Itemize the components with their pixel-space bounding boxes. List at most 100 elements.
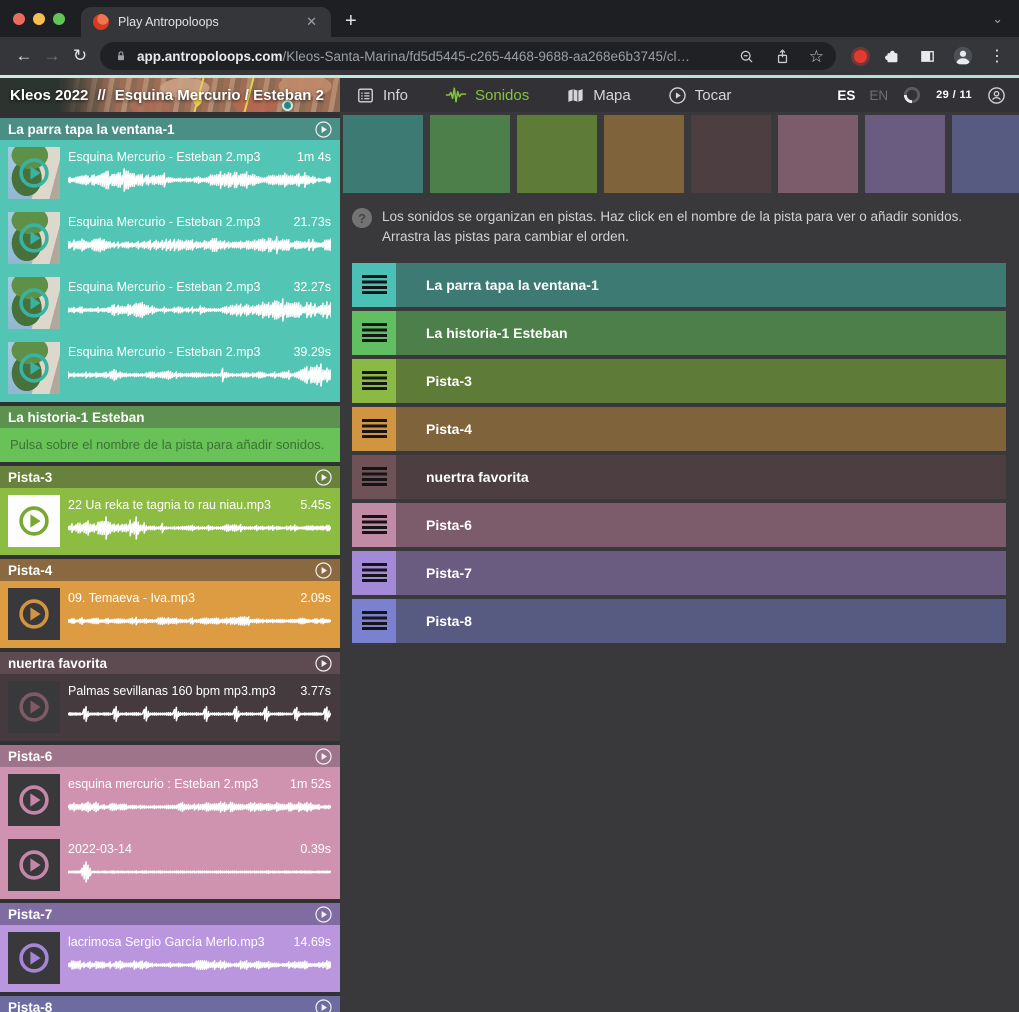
breadcrumb-title: Esquina Mercurio / Esteban 2 [115,87,324,104]
address-bar[interactable]: app.antropoloops.com/Kleos-Santa-Marina/… [100,42,836,70]
reload-button[interactable]: ↻ [66,46,94,66]
drag-handle[interactable] [352,359,396,403]
track-row[interactable]: Pista-4 [352,407,1006,451]
track-row[interactable]: Pista-8 [352,599,1006,643]
track-row[interactable]: La parra tapa la ventana-1 [352,263,1006,307]
profile-avatar[interactable] [952,45,974,67]
sidebar-track-header[interactable]: La historia-1 Esteban [0,406,340,428]
track-play-button[interactable] [314,998,333,1012]
new-tab-button[interactable]: + [345,10,357,33]
zoom-out-icon[interactable] [737,47,756,66]
clip-thumbnail[interactable] [8,588,60,640]
clip-waveform [68,297,331,323]
track-row-bar[interactable]: Pista-4 [396,407,1006,451]
track-row[interactable]: nuertra favorita [352,455,1006,499]
clip-thumbnail[interactable] [8,681,60,733]
drag-handle[interactable] [352,455,396,499]
clip-thumbnail[interactable] [8,342,60,394]
back-button[interactable]: ← [10,46,38,66]
lang-es[interactable]: ES [837,88,855,103]
track-play-button[interactable] [314,747,333,766]
track-row-bar[interactable]: La parra tapa la ventana-1 [396,263,1006,307]
help-icon[interactable]: ? [352,208,372,228]
track-row-bar[interactable]: Pista-6 [396,503,1006,547]
browser-menu-icon[interactable]: ⋮ [989,46,1005,66]
drag-handle-icon [362,323,387,342]
track-row-bar[interactable]: Pista-3 [396,359,1006,403]
tab-sonidos[interactable]: Sonidos [445,86,529,104]
close-window-button[interactable] [13,13,25,25]
track-play-button[interactable] [314,468,333,487]
side-panel-icon[interactable] [917,46,937,66]
share-icon[interactable] [773,47,792,66]
drag-handle-icon [362,515,387,534]
sidebar-track-header[interactable]: Pista-3 [0,466,340,488]
audio-clip[interactable]: lacrimosa Sergio García Merlo.mp3 14.69s [0,926,340,991]
play-icon [314,561,333,580]
sidebar-track-header[interactable]: Pista-4 [0,559,340,581]
audio-clip[interactable]: 2022-03-14 0.39s [0,833,340,898]
clip-thumbnail[interactable] [8,147,60,199]
audio-clip[interactable]: 22 Ua reka te tagnia to rau niau.mp3 5.4… [0,489,340,554]
forward-button[interactable]: → [38,46,66,66]
track-row-label: Pista-7 [426,565,472,581]
extensions-puzzle-icon[interactable] [882,46,902,66]
audio-clip[interactable]: Esquina Mercurio - Esteban 2.mp3 39.29s [0,336,340,401]
info-list-icon [356,86,375,105]
clip-main: lacrimosa Sergio García Merlo.mp3 14.69s [68,926,331,978]
audio-clip[interactable]: Esquina Mercurio - Esteban 2.mp3 1m 4s [0,141,340,206]
audio-clip[interactable]: Esquina Mercurio - Esteban 2.mp3 32.27s [0,271,340,336]
clip-thumbnail[interactable] [8,495,60,547]
tab-search-chevron-icon[interactable]: ⌄ [992,11,1019,37]
omnibox-icons: ☆ [737,47,824,66]
recording-extension-icon[interactable] [854,50,867,63]
track-row-bar[interactable]: nuertra favorita [396,455,1006,499]
account-icon[interactable] [986,85,1007,106]
clip-thumbnail[interactable] [8,774,60,826]
clip-thumbnail[interactable] [8,932,60,984]
clip-thumbnail[interactable] [8,212,60,264]
tab-tocar[interactable]: Tocar [668,86,732,105]
track-row[interactable]: Pista-7 [352,551,1006,595]
audio-clip[interactable]: esquina mercurio : Esteban 2.mp3 1m 52s [0,768,340,833]
drag-handle[interactable] [352,407,396,451]
minimize-window-button[interactable] [33,13,45,25]
track-clips: 22 Ua reka te tagnia to rau niau.mp3 5.4… [0,488,340,555]
drag-handle[interactable] [352,263,396,307]
sidebar-track-header[interactable]: Pista-8 [0,996,340,1012]
breadcrumb-project[interactable]: Kleos 2022 [10,87,88,104]
tab-mapa[interactable]: Mapa [566,86,631,105]
clip-thumbnail[interactable] [8,277,60,329]
audio-clip[interactable]: Esquina Mercurio - Esteban 2.mp3 21.73s [0,206,340,271]
track-play-button[interactable] [314,654,333,673]
sidebar-track-header[interactable]: nuertra favorita [0,652,340,674]
track-play-button[interactable] [314,561,333,580]
clip-duration: 14.69s [293,935,331,949]
sidebar-track-header[interactable]: Pista-6 [0,745,340,767]
drag-handle[interactable] [352,599,396,643]
zoom-window-button[interactable] [53,13,65,25]
track-row-bar[interactable]: La historia-1 Esteban [396,311,1006,355]
bookmark-star-icon[interactable]: ☆ [809,48,824,65]
url-text: app.antropoloops.com/Kleos-Santa-Marina/… [137,49,727,64]
tab-strip: Play Antropoloops ✕ + ⌄ [0,0,1019,37]
drag-handle[interactable] [352,551,396,595]
drag-handle[interactable] [352,503,396,547]
browser-tab[interactable]: Play Antropoloops ✕ [81,7,331,37]
sidebar-track-header[interactable]: La parra tapa la ventana-1 [0,118,340,140]
tab-close-icon[interactable]: ✕ [302,14,321,30]
drag-handle[interactable] [352,311,396,355]
audio-clip[interactable]: Palmas sevillanas 160 bpm mp3.mp3 3.77s [0,675,340,740]
track-play-button[interactable] [314,120,333,139]
audio-clip[interactable]: 09. Temaeva - Iva.mp3 2.09s [0,582,340,647]
clip-thumbnail[interactable] [8,839,60,891]
sidebar-track-header[interactable]: Pista-7 [0,903,340,925]
lang-en[interactable]: EN [869,88,888,103]
track-row[interactable]: Pista-6 [352,503,1006,547]
tab-info[interactable]: Info [356,86,408,105]
track-play-button[interactable] [314,905,333,924]
track-row-bar[interactable]: Pista-8 [396,599,1006,643]
track-row[interactable]: Pista-3 [352,359,1006,403]
track-row-bar[interactable]: Pista-7 [396,551,1006,595]
track-row[interactable]: La historia-1 Esteban [352,311,1006,355]
